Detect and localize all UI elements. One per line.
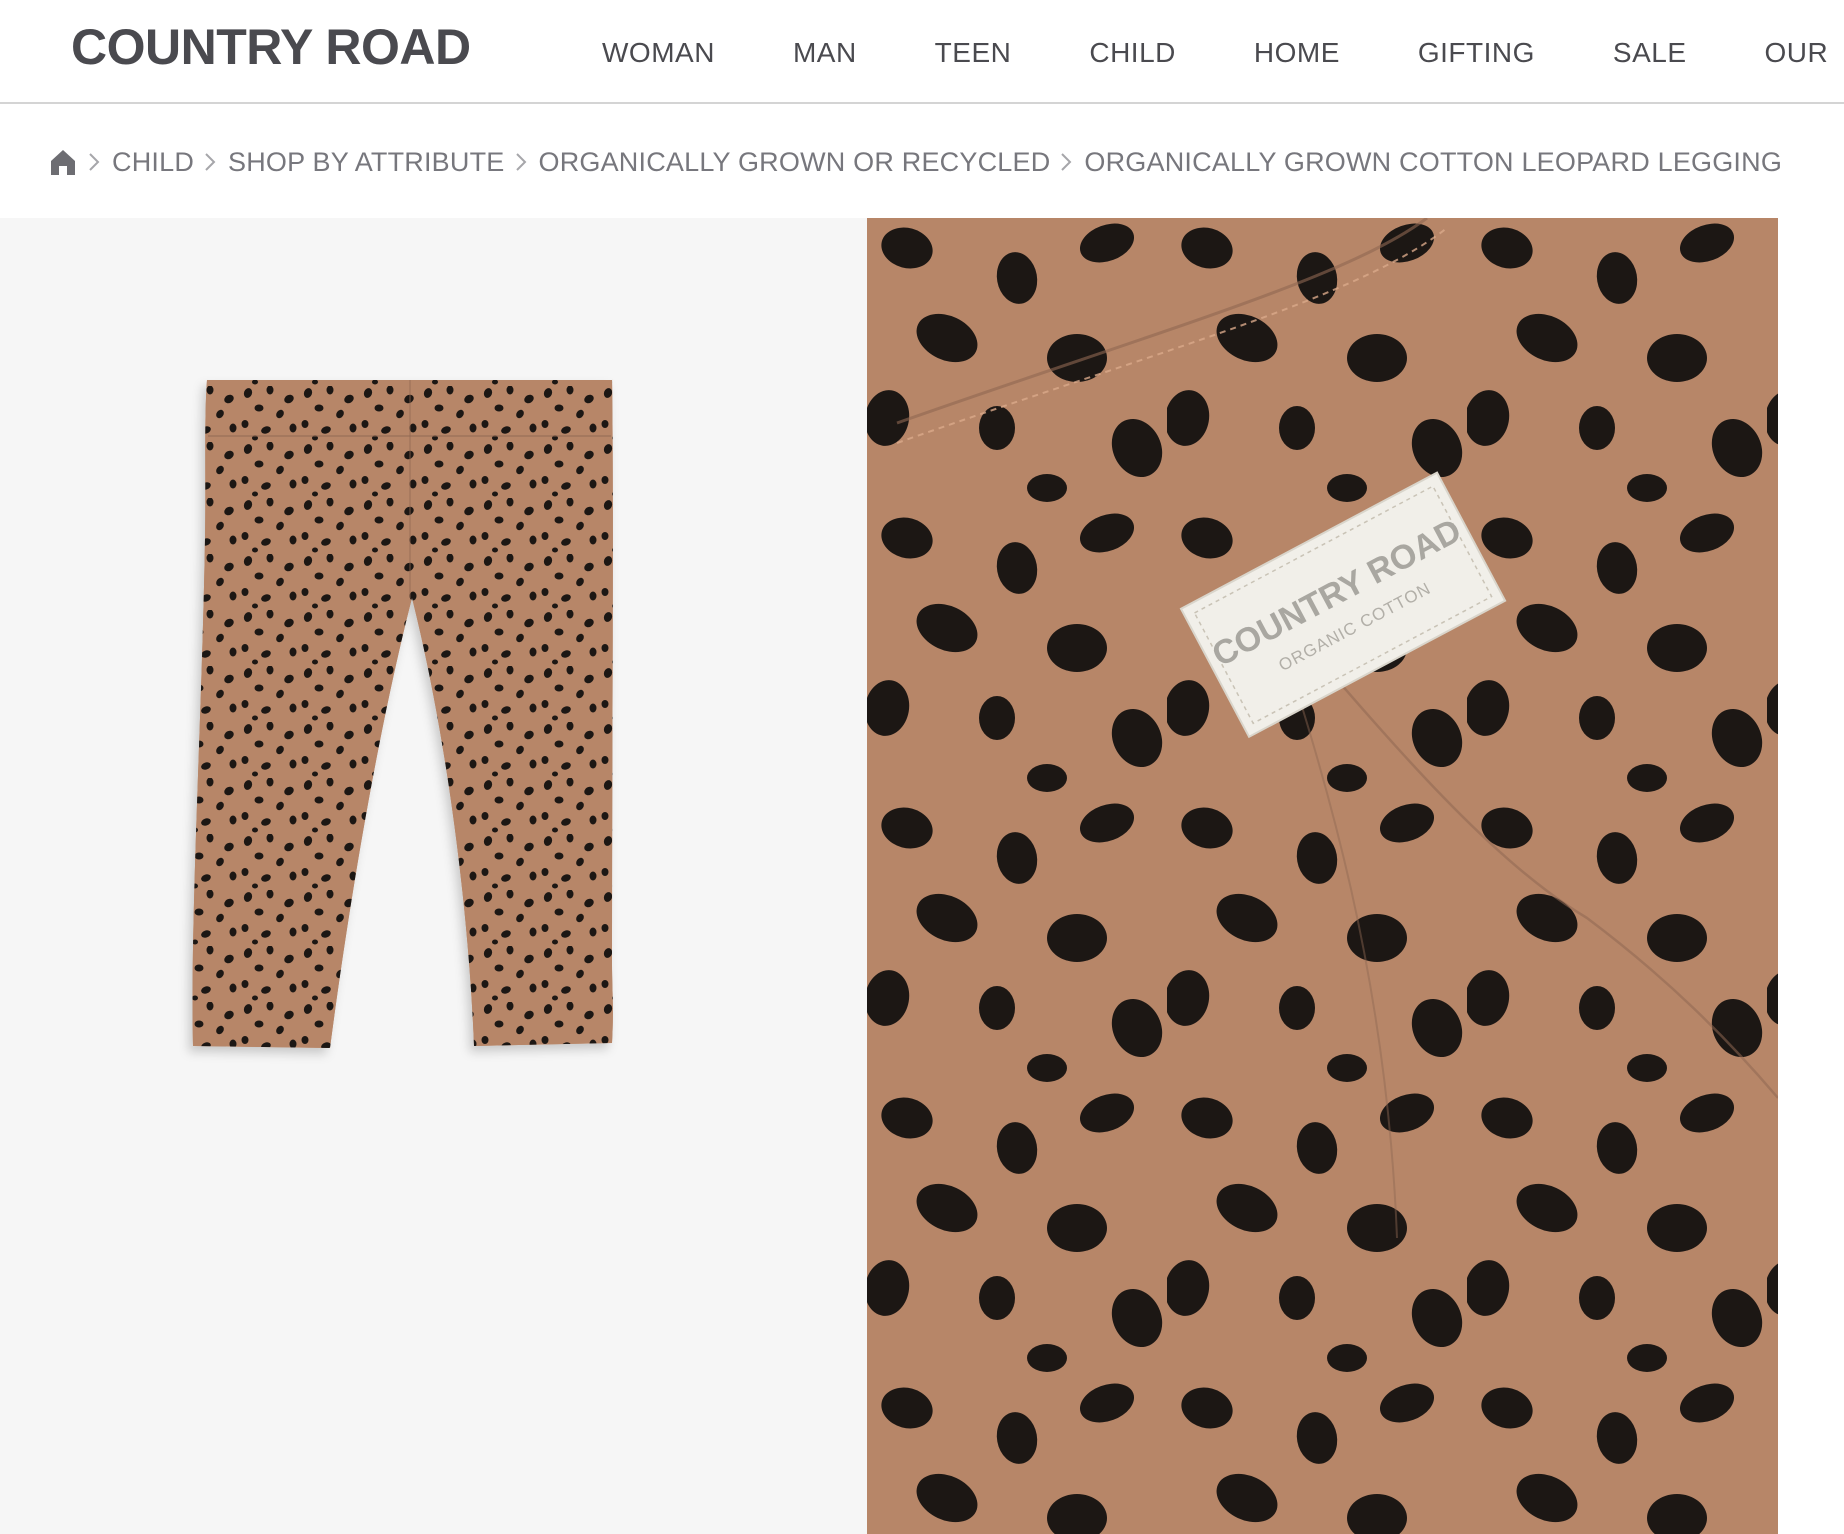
breadcrumb-child[interactable]: CHILD [112,147,194,178]
breadcrumb-current-product: ORGANICALLY GROWN COTTON LEOPARD LEGGING [1084,146,1783,177]
nav-teen[interactable]: TEEN [935,31,1012,75]
brand-logo[interactable]: COUNTRY ROAD [71,18,471,76]
chevron-right-icon [1060,152,1072,172]
product-image-main[interactable] [0,218,868,1534]
home-icon[interactable] [48,147,78,177]
chevron-right-icon [515,152,527,172]
nav-sale[interactable]: SALE [1613,31,1687,75]
site-header: COUNTRY ROAD WOMAN MAN TEEN CHILD HOME GIFTIN… [0,0,1844,104]
breadcrumb: CHILD SHOP BY ATTRIBUTE ORGANICALLY GROW… [48,142,1782,182]
breadcrumb-organically-grown[interactable]: ORGANICALLY GROWN OR RECYCLED [539,147,1051,178]
nav-man[interactable]: MAN [793,31,857,75]
chevron-right-icon [88,152,100,172]
main-nav: WOMAN MAN TEEN CHILD HOME GIFTING SALE OUR [602,31,1844,75]
chevron-right-icon [204,152,216,172]
nav-child[interactable]: CHILD [1089,31,1176,75]
nav-gifting[interactable]: GIFTING [1418,31,1535,75]
breadcrumb-shop-by-attribute[interactable]: SHOP BY ATTRIBUTE [228,147,504,178]
nav-our[interactable]: OUR [1765,31,1829,75]
product-image-detail[interactable]: COUNTRY ROAD ORGANIC COTTON [867,218,1778,1534]
nav-woman[interactable]: WOMAN [602,31,715,75]
nav-home[interactable]: HOME [1254,31,1340,75]
